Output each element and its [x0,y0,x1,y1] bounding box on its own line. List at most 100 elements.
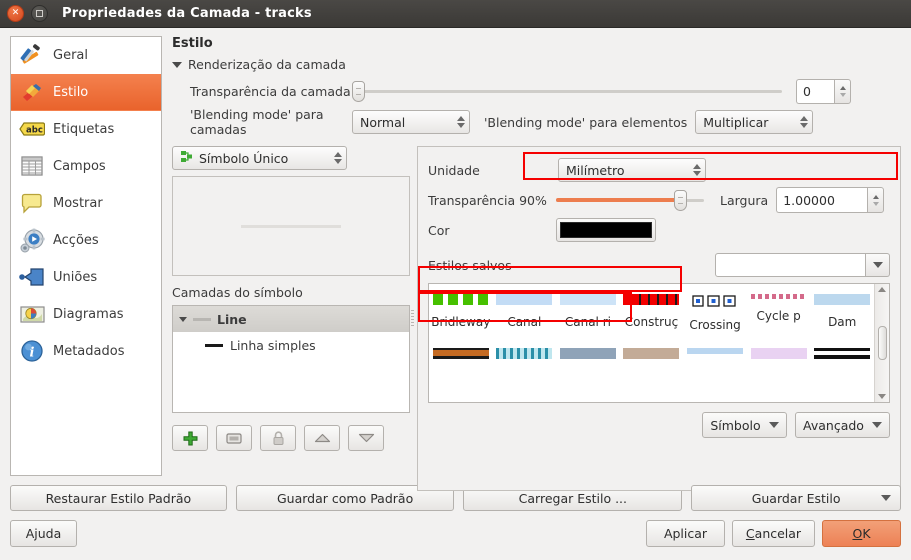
gallery-item[interactable]: Canal [493,284,557,332]
sidebar-item-label: Geral [53,47,88,63]
gallery-item[interactable] [683,338,747,359]
spinner-arrows-icon [693,164,701,176]
style-gallery[interactable]: Bridleway Canal Canal ri Construç Crossi… [428,283,890,403]
gallery-item[interactable] [429,338,493,359]
line-preview-icon [193,317,211,321]
cancel-button[interactable]: Cancelar [732,520,815,547]
move-up-button[interactable] [304,425,340,451]
chevron-down-icon[interactable] [179,316,187,322]
save-style-label: Guardar Estilo [751,490,841,506]
symbol-button[interactable]: Símbolo [702,412,787,438]
scrollbar-thumb[interactable] [877,326,887,360]
layer-transparency-slider[interactable] [352,79,782,103]
tree-row-root[interactable]: Line [173,306,409,332]
gear-play-icon [19,227,45,253]
help-label: Ajuda [25,526,62,541]
color-swatch [560,222,652,238]
renderer-combo[interactable]: Símbolo Único [172,146,347,170]
sidebar-item-metadados[interactable]: i Metadados [11,333,161,370]
swatch-dotted-cyan [496,348,553,359]
gallery-item-label: Bridleway [431,315,491,329]
close-icon[interactable]: ✕ [7,5,24,22]
gallery-item-label: Dam [828,315,857,329]
gallery-item-label: Crossing [689,318,741,332]
blending-layers-combo[interactable]: Normal [352,110,470,134]
sidebar-item-accoes[interactable]: Acções [11,222,161,259]
gallery-item[interactable] [620,338,684,359]
saved-styles-dropdown-button[interactable] [866,253,890,277]
save-as-default-label: Guardar como Padrão [276,490,414,506]
apply-button[interactable]: Aplicar [646,520,725,547]
gallery-item[interactable]: Construç [620,284,684,332]
gallery-item[interactable]: Crossing [683,284,747,332]
color-row: Cor [428,215,890,245]
symbol-preview-line [241,224,341,228]
advanced-button-label: Avançado [803,417,864,433]
width-label: Largura [720,192,769,208]
ok-button[interactable]: OK [822,520,901,547]
save-style-button[interactable]: Guardar Estilo [691,485,901,511]
chevron-down-icon [881,495,891,501]
gallery-item[interactable] [493,338,557,359]
saved-styles-combo[interactable] [715,253,890,277]
help-button[interactable]: Ajuda [10,520,77,547]
gallery-item[interactable]: Cycle p [747,284,811,332]
symbol-layers-tree[interactable]: Line Linha simples [172,305,410,413]
unit-row: Unidade Milímetro [428,157,890,183]
gallery-item[interactable]: Dam [810,284,874,332]
advanced-button[interactable]: Avançado [795,412,890,438]
remove-symbol-layer-button[interactable] [216,425,252,451]
swatch-dam [814,294,871,305]
transparency-slider[interactable] [556,187,704,213]
color-button[interactable] [556,218,656,242]
join-arrow-icon [19,264,45,290]
pie-map-icon [19,301,45,327]
swatch-crossing [690,294,740,308]
sidebar-item-label: Metadados [53,343,125,359]
maximize-icon[interactable] [31,5,48,22]
load-style-label: Carregar Estilo ... [518,490,628,506]
symbol-button-label: Símbolo [710,417,761,433]
cancel-label: Cancelar [745,526,802,541]
ok-label: OK [852,526,871,541]
sidebar-item-label: Mostrar [53,195,103,211]
splitter-handle[interactable] [410,146,415,491]
gallery-item[interactable]: Bridleway [429,284,493,332]
sidebar-item-label: Acções [53,232,99,248]
sidebar-item-campos[interactable]: Campos [11,148,161,185]
sidebar-item-mostrar[interactable]: Mostrar [11,185,161,222]
sidebar-item-geral[interactable]: Geral [11,37,161,74]
width-spinbox[interactable]: 1.00000 [776,187,885,213]
dialog-buttons-row: Ajuda Aplicar Cancelar OK [10,520,901,547]
sidebar-item-unioes[interactable]: Uniões [11,259,161,296]
gallery-scrollbar[interactable] [874,284,889,402]
sidebar-item-label: Diagramas [53,306,124,322]
sidebar-item-estilo[interactable]: Estilo [11,74,161,111]
symbol-column: Símbolo Único Camadas do símbolo Line Li… [172,146,410,491]
render-group-header[interactable]: Renderização da camada [172,57,901,72]
add-symbol-layer-button[interactable] [172,425,208,451]
gallery-item[interactable] [810,338,874,359]
saved-styles-label: Estilos salvos [428,257,512,273]
restore-default-style-label: Restaurar Estilo Padrão [45,490,192,506]
chevron-down-icon [768,422,779,428]
unit-combo[interactable]: Milímetro [558,158,706,182]
lock-symbol-layer-button [260,425,296,451]
tree-row-child[interactable]: Linha simples [173,332,409,358]
brush-icon [19,79,45,105]
gallery-item[interactable] [556,338,620,359]
scroll-up-icon[interactable] [878,287,886,292]
gallery-item[interactable]: Canal ri [556,284,620,332]
blending-features-value: Multiplicar [703,114,769,130]
saved-styles-value [715,253,866,277]
swatch-bridleway [432,294,489,305]
move-down-button[interactable] [348,425,384,451]
layer-transparency-spinbox[interactable]: 0 [796,78,851,104]
sidebar-item-etiquetas[interactable]: abc Etiquetas [11,111,161,148]
transparency-row: Transparência 90% Largura 1.00000 [428,185,890,215]
gallery-item[interactable] [747,338,811,359]
blending-features-combo[interactable]: Multiplicar [695,110,814,134]
scroll-down-icon[interactable] [878,394,886,399]
sidebar-item-diagramas[interactable]: Diagramas [11,296,161,333]
tree-child-label: Linha simples [230,337,316,353]
